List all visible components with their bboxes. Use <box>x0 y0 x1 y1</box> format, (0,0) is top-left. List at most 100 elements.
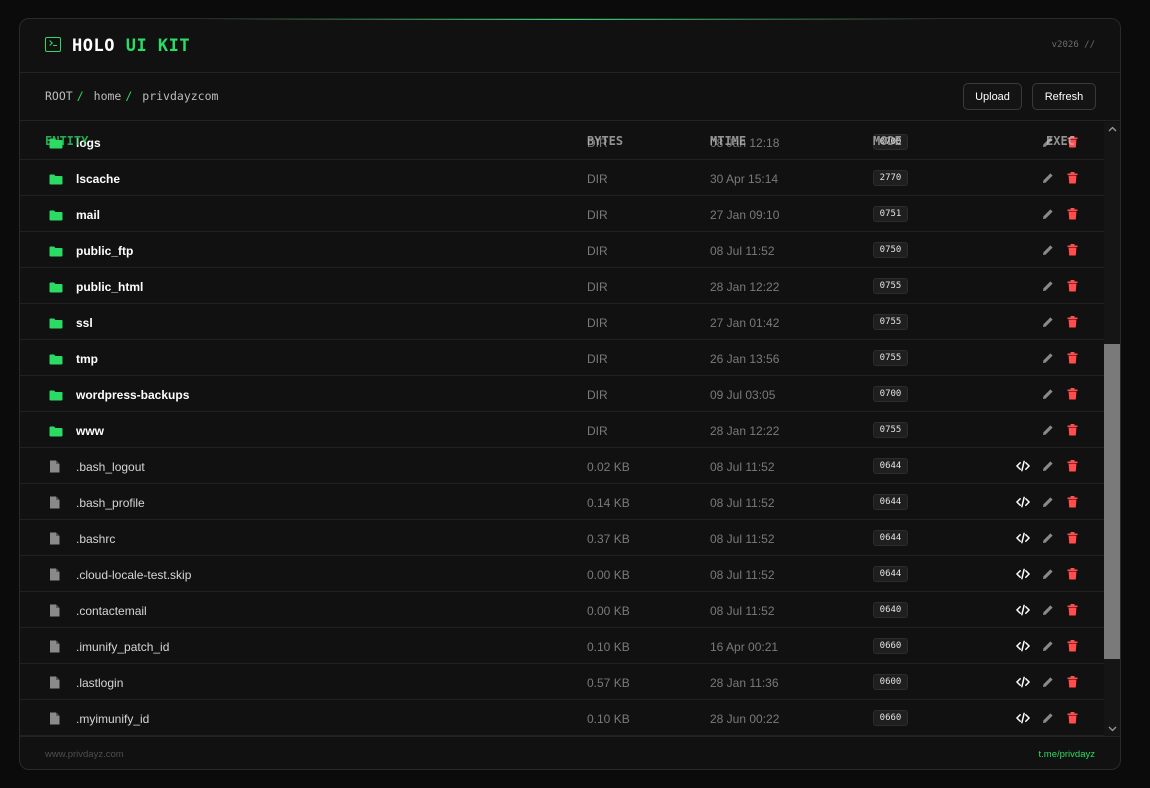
trash-icon[interactable] <box>1065 567 1079 581</box>
column-header-bytes[interactable]: BYTES <box>587 134 623 148</box>
trash-icon[interactable] <box>1065 531 1079 545</box>
entry-name[interactable]: .lastlogin <box>76 676 123 690</box>
permission-badge[interactable]: 0600 <box>873 674 908 690</box>
code-icon[interactable] <box>1016 675 1030 689</box>
table-row-file[interactable]: .lastlogin 0.57 KB 28 Jan 11:36 0600 <box>20 664 1104 700</box>
table-row-directory[interactable]: mail DIR 27 Jan 09:10 0751 <box>20 196 1104 232</box>
trash-icon[interactable] <box>1065 315 1079 329</box>
permission-badge[interactable]: 0644 <box>873 458 908 474</box>
breadcrumb-home[interactable]: home <box>94 89 122 103</box>
trash-icon[interactable] <box>1065 675 1079 689</box>
table-row-file[interactable]: .contactemail 0.00 KB 08 Jul 11:52 0640 <box>20 592 1104 628</box>
table-row-file[interactable]: .bash_profile 0.14 KB 08 Jul 11:52 0644 <box>20 484 1104 520</box>
table-row-directory[interactable]: ssl DIR 27 Jan 01:42 0755 <box>20 304 1104 340</box>
permission-badge[interactable]: 0660 <box>873 710 908 726</box>
column-header-mtime[interactable]: MTIME <box>710 134 746 148</box>
trash-icon[interactable] <box>1065 459 1079 473</box>
permission-badge[interactable]: 0660 <box>873 638 908 654</box>
refresh-button[interactable]: Refresh <box>1032 83 1096 110</box>
trash-icon[interactable] <box>1065 495 1079 509</box>
permission-badge[interactable]: 0644 <box>873 530 908 546</box>
scrollbar-thumb[interactable] <box>1104 344 1120 659</box>
table-row-directory[interactable]: lscache DIR 30 Apr 15:14 2770 <box>20 160 1104 196</box>
entry-name[interactable]: .myimunify_id <box>76 712 149 726</box>
pencil-icon[interactable] <box>1041 423 1055 437</box>
code-icon[interactable] <box>1016 531 1030 545</box>
pencil-icon[interactable] <box>1041 711 1055 725</box>
trash-icon[interactable] <box>1065 279 1079 293</box>
entry-name[interactable]: .imunify_patch_id <box>76 640 169 654</box>
pencil-icon[interactable] <box>1041 495 1055 509</box>
column-header-mode[interactable]: MODE <box>873 134 902 148</box>
permission-badge[interactable]: 2770 <box>873 170 908 186</box>
pencil-icon[interactable] <box>1041 531 1055 545</box>
scroll-down-arrow-icon[interactable] <box>1104 722 1120 736</box>
code-icon[interactable] <box>1016 639 1030 653</box>
code-icon[interactable] <box>1016 603 1030 617</box>
pencil-icon[interactable] <box>1041 567 1055 581</box>
pencil-icon[interactable] <box>1041 675 1055 689</box>
pencil-icon[interactable] <box>1041 459 1055 473</box>
pencil-icon[interactable] <box>1041 603 1055 617</box>
pencil-icon[interactable] <box>1041 351 1055 365</box>
permission-badge[interactable]: 0750 <box>873 242 908 258</box>
entry-name[interactable]: .contactemail <box>76 604 147 618</box>
permission-badge[interactable]: 0700 <box>873 386 908 402</box>
trash-icon[interactable] <box>1065 207 1079 221</box>
permission-badge[interactable]: 0755 <box>873 314 908 330</box>
table-row-file[interactable]: .imunify_patch_id 0.10 KB 16 Apr 00:21 0660 <box>20 628 1104 664</box>
table-row-directory[interactable]: www DIR 28 Jan 12:22 0755 <box>20 412 1104 448</box>
scroll-up-arrow-icon[interactable] <box>1104 122 1120 136</box>
column-header-entity[interactable]: ENTITY <box>45 134 88 148</box>
table-row-file[interactable]: .myimunify_id 0.10 KB 28 Jun 00:22 0660 <box>20 700 1104 736</box>
entry-name[interactable]: public_html <box>76 280 143 294</box>
code-icon[interactable] <box>1016 567 1030 581</box>
trash-icon[interactable] <box>1065 387 1079 401</box>
entry-name[interactable]: ssl <box>76 316 93 330</box>
pencil-icon[interactable] <box>1041 279 1055 293</box>
permission-badge[interactable]: 0644 <box>873 494 908 510</box>
entry-name[interactable]: .bashrc <box>76 532 115 546</box>
table-row-directory[interactable]: wordpress-backups DIR 09 Jul 03:05 0700 <box>20 376 1104 412</box>
entry-name[interactable]: tmp <box>76 352 98 366</box>
upload-button[interactable]: Upload <box>963 83 1022 110</box>
code-icon[interactable] <box>1016 711 1030 725</box>
footer-site-link[interactable]: www.privdayz.com <box>45 749 124 760</box>
trash-icon[interactable] <box>1065 171 1079 185</box>
entry-name[interactable]: public_ftp <box>76 244 133 258</box>
permission-badge[interactable]: 0640 <box>873 602 908 618</box>
entry-name[interactable]: .bash_profile <box>76 496 145 510</box>
breadcrumb-root[interactable]: ROOT <box>45 89 73 103</box>
pencil-icon[interactable] <box>1041 315 1055 329</box>
permission-badge[interactable]: 0751 <box>873 206 908 222</box>
footer-telegram-link[interactable]: t.me/privdayz <box>1039 749 1096 760</box>
entry-name[interactable]: www <box>76 424 104 438</box>
permission-badge[interactable]: 0755 <box>873 278 908 294</box>
table-row-file[interactable]: .bashrc 0.37 KB 08 Jul 11:52 0644 <box>20 520 1104 556</box>
pencil-icon[interactable] <box>1041 207 1055 221</box>
trash-icon[interactable] <box>1065 711 1079 725</box>
code-icon[interactable] <box>1016 495 1030 509</box>
pencil-icon[interactable] <box>1041 171 1055 185</box>
column-header-exec[interactable]: EXEC <box>1046 134 1075 148</box>
entry-name[interactable]: lscache <box>76 172 120 186</box>
pencil-icon[interactable] <box>1041 387 1055 401</box>
entry-name[interactable]: .cloud-locale-test.skip <box>76 568 191 582</box>
table-row-file[interactable]: .cloud-locale-test.skip 0.00 KB 08 Jul 11:… <box>20 556 1104 592</box>
table-row-directory[interactable]: public_html DIR 28 Jan 12:22 0755 <box>20 268 1104 304</box>
breadcrumb-current[interactable]: privdayzcom <box>142 89 218 103</box>
entry-name[interactable]: wordpress-backups <box>76 388 189 402</box>
trash-icon[interactable] <box>1065 243 1079 257</box>
table-row-file[interactable]: .bash_logout 0.02 KB 08 Jul 11:52 0644 <box>20 448 1104 484</box>
trash-icon[interactable] <box>1065 423 1079 437</box>
permission-badge[interactable]: 0755 <box>873 422 908 438</box>
permission-badge[interactable]: 0755 <box>873 350 908 366</box>
pencil-icon[interactable] <box>1041 639 1055 653</box>
pencil-icon[interactable] <box>1041 243 1055 257</box>
trash-icon[interactable] <box>1065 351 1079 365</box>
permission-badge[interactable]: 0644 <box>873 566 908 582</box>
table-row-directory[interactable]: tmp DIR 26 Jan 13:56 0755 <box>20 340 1104 376</box>
trash-icon[interactable] <box>1065 603 1079 617</box>
trash-icon[interactable] <box>1065 639 1079 653</box>
entry-name[interactable]: mail <box>76 208 100 222</box>
